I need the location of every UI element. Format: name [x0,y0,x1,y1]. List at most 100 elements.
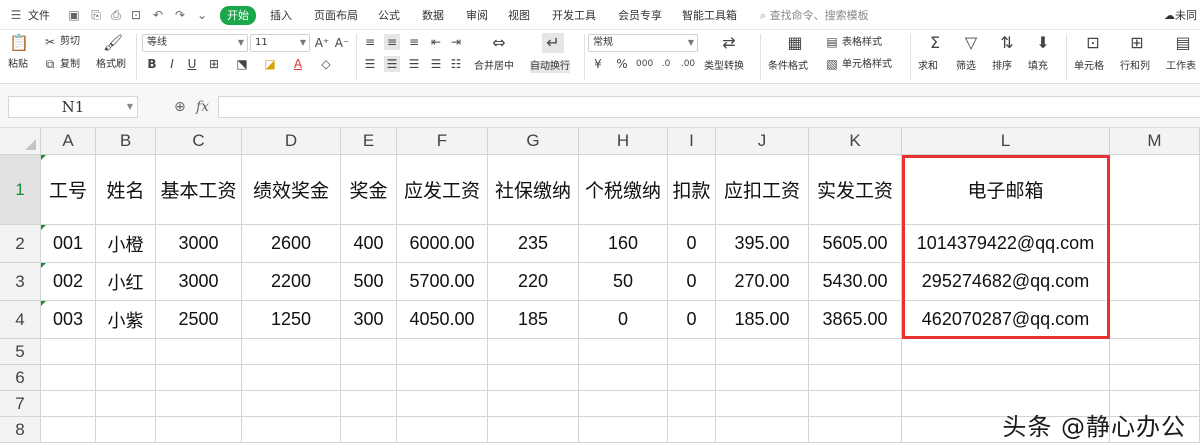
table-cell[interactable]: 4050.00 [397,301,488,339]
header-cell[interactable]: 工号 [41,155,96,225]
table-cell[interactable] [96,365,156,391]
table-cell[interactable]: 5700.00 [397,263,488,301]
table-cell[interactable]: 3000 [156,263,242,301]
underline-icon[interactable]: U [184,56,200,72]
table-cell[interactable] [668,365,716,391]
wrap-text-icon[interactable]: ↵ [542,33,564,53]
indent-increase-icon[interactable]: ⇥ [448,34,464,50]
table-cell[interactable] [242,417,341,443]
header-cell[interactable]: 绩效奖金 [242,155,341,225]
command-search[interactable]: ⌕ 查找命令、搜索模板 [760,7,869,24]
table-cell[interactable] [41,391,96,417]
row-header-3[interactable]: 3 [0,263,41,301]
sort-icon[interactable]: ⇅ [996,33,1018,53]
merge-icon[interactable]: ⇔ [488,33,510,53]
table-cell[interactable] [716,391,809,417]
table-cell[interactable] [242,365,341,391]
table-cell[interactable]: 185 [488,301,579,339]
type-convert-button[interactable]: 类型转换 [704,61,744,73]
table-cell[interactable] [1110,365,1200,391]
table-cell[interactable]: 395.00 [716,225,809,263]
highlight-icon[interactable]: ◪ [262,56,278,72]
sort-button[interactable]: 排序 [992,61,1012,73]
table-cell[interactable]: 003 [41,301,96,339]
table-cell[interactable]: 2500 [156,301,242,339]
number-format-select[interactable]: 常规 ▼ [588,34,698,52]
table-cell[interactable] [96,339,156,365]
table-cell[interactable] [41,365,96,391]
align-left-icon[interactable]: ☰ [362,56,378,72]
rows-cols-button[interactable]: 行和列 [1120,61,1150,73]
align-right-icon[interactable]: ☰ [406,56,422,72]
format-painter-button[interactable]: 格式刷 [96,59,126,71]
tab-page-layout[interactable]: 页面布局 [314,7,358,24]
percent-icon[interactable]: % [614,56,630,72]
table-cell[interactable]: 小红 [96,263,156,301]
table-cell[interactable] [716,365,809,391]
file-menu[interactable]: 文件 [28,7,50,24]
table-cell[interactable] [716,417,809,443]
table-cell[interactable] [341,417,397,443]
column-header-L[interactable]: L [902,128,1110,155]
align-top-icon[interactable]: ≡ [362,34,378,50]
header-cell[interactable]: 社保缴纳 [488,155,579,225]
table-cell[interactable]: 小橙 [96,225,156,263]
copy-button[interactable]: 复制 [60,59,80,71]
header-cell[interactable] [1110,155,1200,225]
table-cell[interactable]: 6000.00 [397,225,488,263]
tab-insert[interactable]: 插入 [270,7,292,24]
border-icon[interactable]: ⊞ [206,56,222,72]
table-cell[interactable] [1110,263,1200,301]
cell-style-button[interactable]: 单元格样式 [842,59,892,71]
table-cell[interactable] [341,365,397,391]
table-cell[interactable] [242,391,341,417]
cell-button[interactable]: 单元格 [1074,61,1104,73]
align-bottom-icon[interactable]: ≡ [406,34,422,50]
table-cell[interactable]: 295274682@qq.com [902,263,1110,301]
header-cell[interactable]: 实发工资 [809,155,902,225]
bold-icon[interactable]: B [144,56,160,72]
header-cell[interactable]: 电子邮箱 [902,155,1110,225]
table-cell[interactable] [488,391,579,417]
function-icon[interactable]: fx [196,97,209,117]
header-cell[interactable]: 基本工资 [156,155,242,225]
row-header-1[interactable]: 1 [0,155,41,225]
table-cell[interactable] [809,339,902,365]
merge-center-button[interactable]: 合并居中 [474,61,514,73]
table-cell[interactable]: 50 [579,263,668,301]
fill-icon[interactable]: ⬇ [1032,33,1054,53]
table-cell[interactable] [668,391,716,417]
worksheet-button[interactable]: 工作表 [1166,61,1196,73]
table-cell[interactable]: 500 [341,263,397,301]
tab-developer[interactable]: 开发工具 [552,7,596,24]
table-cell[interactable]: 0 [668,263,716,301]
justify-icon[interactable]: ☰ [428,56,444,72]
column-header-G[interactable]: G [488,128,579,155]
table-cell[interactable] [156,339,242,365]
column-header-M[interactable]: M [1110,128,1200,155]
redo-icon[interactable]: ↷ [172,7,188,23]
column-header-E[interactable]: E [341,128,397,155]
table-cell[interactable]: 462070287@qq.com [902,301,1110,339]
menu-icon[interactable]: ☰ [8,7,24,23]
table-cell[interactable] [397,339,488,365]
row-header-5[interactable]: 5 [0,339,41,365]
table-cell[interactable]: 3000 [156,225,242,263]
table-cell[interactable]: 300 [341,301,397,339]
table-cell[interactable] [809,391,902,417]
table-cell[interactable]: 001 [41,225,96,263]
tab-review[interactable]: 审阅 [466,7,488,24]
table-cell[interactable] [902,339,1110,365]
table-cell[interactable]: 小紫 [96,301,156,339]
table-cell[interactable]: 002 [41,263,96,301]
column-header-K[interactable]: K [809,128,902,155]
table-cell[interactable] [579,417,668,443]
header-cell[interactable]: 奖金 [341,155,397,225]
table-cell[interactable] [488,417,579,443]
tab-formulas[interactable]: 公式 [378,7,400,24]
fill-button[interactable]: 填充 [1028,61,1048,73]
increase-decimal-icon[interactable]: .0 [658,56,674,72]
table-cell[interactable]: 185.00 [716,301,809,339]
table-cell[interactable] [488,339,579,365]
select-all-corner[interactable] [0,128,41,155]
